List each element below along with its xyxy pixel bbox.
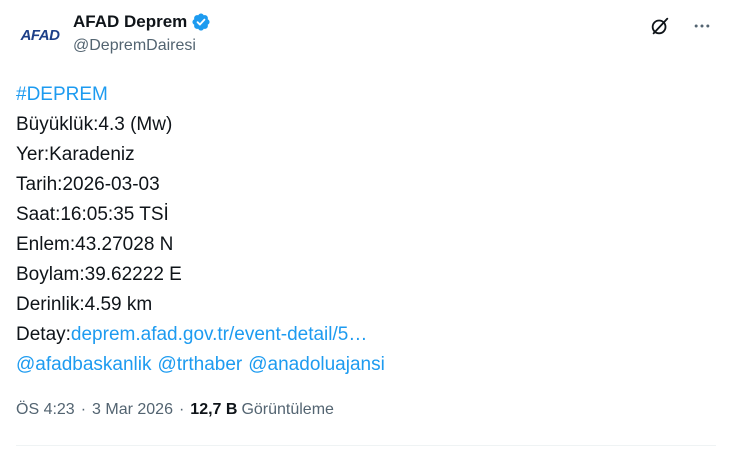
longitude-line: Boylam:39.62222 E [16,264,182,285]
location-line: Yer:Karadeniz [16,144,135,165]
meta-separator: · [178,401,185,418]
tweet-body: #DEPREM Büyüklük:4.3 (Mw) Yer:Karadeniz … [16,80,716,380]
header-actions [646,12,716,40]
avatar-logo-text: AFAD [20,26,60,44]
more-icon[interactable] [688,12,716,40]
grok-icon[interactable] [646,12,674,40]
avatar[interactable]: AFAD [16,11,64,59]
mentions-line: @afadbaskanlik @trthaber @anadoluajansi [16,350,716,380]
hashtag-link[interactable]: #DEPREM [16,84,108,105]
post-date[interactable]: 3 Mar 2026 [92,401,173,419]
detail-label: Detay: [16,324,71,345]
date-line: Tarih:2026-03-03 [16,174,160,195]
display-name[interactable]: AFAD Deprem [73,12,187,32]
depth-line: Derinlik:4.59 km [16,294,153,315]
display-name-row: AFAD Deprem [73,11,211,33]
mention-link[interactable]: @anadoluajansi [248,354,385,375]
detail-link[interactable]: deprem.afad.gov.tr/event-detail/5… [71,324,367,345]
post-time[interactable]: ÖS 4:23 [16,401,75,419]
hashtag-line: #DEPREM [16,80,716,110]
time-line: Saat:16:05:35 TSİ [16,204,169,225]
mention-link[interactable]: @afadbaskanlik [16,354,151,375]
author-names: AFAD Deprem @DepremDairesi [73,11,211,55]
tweet-header: AFAD AFAD Deprem @DepremDairesi [16,10,716,62]
divider [16,445,716,446]
tweet: AFAD AFAD Deprem @DepremDairesi #DEPREM … [0,0,732,455]
magnitude-line: Büyüklük:4.3 (Mw) [16,114,173,135]
author-handle[interactable]: @DepremDairesi [73,37,211,55]
mention-link[interactable]: @trthaber [157,354,242,375]
detail-line: Detay:deprem.afad.gov.tr/event-detail/5… [16,320,716,350]
views-label: Görüntüleme [241,401,334,418]
meta-separator: · [80,401,87,418]
tweet-meta: ÖS 4:23 · 3 Mar 2026 · 12,7 B Görüntülem… [16,401,334,419]
views-count: 12,7 B [190,401,238,418]
verified-badge-icon[interactable] [191,12,211,32]
latitude-line: Enlem:43.27028 N [16,234,174,255]
